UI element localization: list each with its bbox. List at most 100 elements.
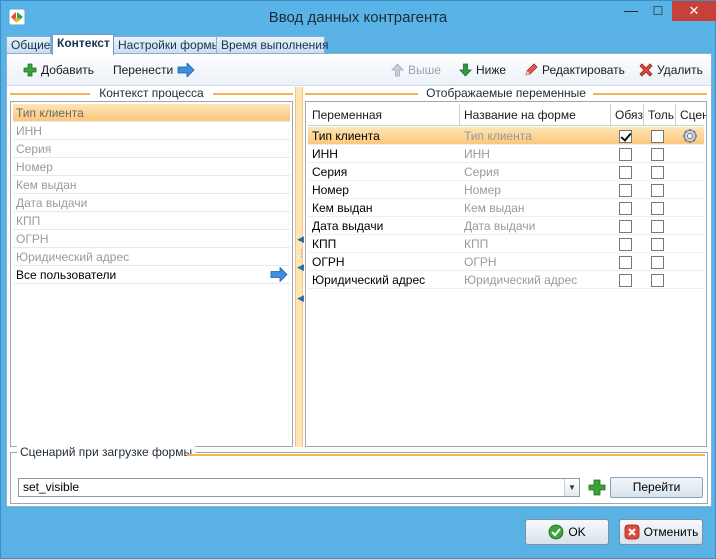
cell-form-name[interactable]: КПП (460, 235, 611, 253)
grid-row[interactable]: Кем выдан Кем выдан (308, 199, 704, 217)
displayed-variables-panel: Отображаемые переменные Переменная Назва… (305, 87, 707, 447)
variables-grid[interactable]: Переменная Название на форме Обяз Толь С… (305, 101, 707, 447)
context-item[interactable]: Номер (13, 158, 290, 176)
readonly-checkbox[interactable] (651, 148, 664, 161)
required-checkbox[interactable] (619, 202, 632, 215)
delete-x-icon (639, 63, 653, 77)
move-down-label: Ниже (476, 63, 507, 77)
move-down-button[interactable]: Ниже (459, 61, 506, 79)
cell-variable: Тип клиента (312, 129, 380, 143)
scenario-select-value: set_visible (23, 480, 80, 494)
context-item[interactable]: ИНН (13, 122, 290, 140)
readonly-checkbox[interactable] (651, 274, 664, 287)
collapse-arrow-icon[interactable]: ◀ (297, 294, 304, 303)
readonly-checkbox[interactable] (651, 220, 664, 233)
context-item[interactable]: Серия (13, 140, 290, 158)
required-checkbox[interactable] (619, 130, 632, 143)
title-bar[interactable]: Ввод данных контрагента — ☐ ✕ (1, 1, 716, 33)
delete-button-label: Удалить (657, 63, 703, 77)
delete-button[interactable]: Удалить (639, 61, 703, 79)
cell-form-name[interactable]: ИНН (460, 145, 611, 163)
cell-variable: Кем выдан (312, 201, 373, 215)
move-up-button[interactable]: Выше (391, 61, 441, 79)
cell-form-name[interactable]: Юридический адрес (460, 271, 611, 289)
move-button[interactable]: Перенести (113, 61, 199, 79)
column-header-scenario[interactable]: Сцен (676, 104, 706, 126)
cell-form-name[interactable]: Дата выдачи (460, 217, 611, 235)
chevron-down-icon[interactable]: ▼ (564, 479, 579, 496)
grid-row[interactable]: Номер Номер (308, 181, 704, 199)
grid-row[interactable]: Серия Серия (308, 163, 704, 181)
minimize-button[interactable]: — (618, 1, 644, 21)
edit-button[interactable]: Редактировать (524, 61, 625, 79)
close-button[interactable]: ✕ (672, 1, 716, 21)
add-scenario-button[interactable] (586, 477, 608, 498)
grid-row[interactable]: КПП КПП (308, 235, 704, 253)
cell-variable: ИНН (312, 147, 338, 161)
readonly-checkbox[interactable] (651, 166, 664, 179)
grid-row[interactable]: Дата выдачи Дата выдачи (308, 217, 704, 235)
ok-button[interactable]: OK (525, 519, 609, 545)
tab-runtime[interactable]: Время выполнения (216, 36, 328, 54)
column-header-form-name[interactable]: Название на форме (460, 104, 611, 126)
column-header-readonly[interactable]: Толь (644, 104, 676, 126)
readonly-checkbox[interactable] (651, 130, 664, 143)
add-button-label: Добавить (41, 63, 95, 77)
collapse-right-icon[interactable]: ◀ (297, 263, 304, 272)
add-button[interactable]: Добавить (23, 61, 94, 79)
arrow-down-icon (459, 63, 472, 77)
grid-row[interactable]: Тип клиента Тип клиента (308, 127, 704, 145)
goto-button[interactable]: Перейти (610, 477, 703, 498)
context-item[interactable]: Тип клиента (13, 104, 290, 122)
column-header-variable[interactable]: Переменная (308, 104, 460, 126)
cell-form-name[interactable]: Номер (460, 181, 611, 199)
plus-icon (23, 63, 37, 77)
tab-context[interactable]: Контекст (52, 34, 114, 55)
context-item[interactable]: ОГРН (13, 230, 290, 248)
grid-row[interactable]: Юридический адрес Юридический адрес (308, 271, 704, 289)
cancel-button[interactable]: Отменить (619, 519, 703, 545)
required-checkbox[interactable] (619, 274, 632, 287)
context-item[interactable]: Юридический адрес (13, 248, 290, 266)
required-checkbox[interactable] (619, 220, 632, 233)
cell-variable: Дата выдачи (312, 219, 384, 233)
arrow-up-icon (391, 63, 404, 77)
window-title: Ввод данных контрагента (268, 9, 448, 26)
required-checkbox[interactable] (619, 238, 632, 251)
readonly-checkbox[interactable] (651, 184, 664, 197)
cell-form-name[interactable]: Тип клиента (460, 127, 611, 145)
cell-variable: ОГРН (312, 255, 345, 269)
process-context-panel: Контекст процесса Тип клиента ИНН Серия … (10, 87, 293, 447)
cell-form-name[interactable]: Серия (460, 163, 611, 181)
scenario-select[interactable]: set_visible ▼ (18, 478, 580, 497)
form-load-scenario-group: Сценарий при загрузке формы set_visible … (10, 445, 708, 504)
process-context-list[interactable]: Тип клиента ИНН Серия Номер Кем выдан Да… (10, 101, 293, 447)
required-checkbox[interactable] (619, 166, 632, 179)
move-up-label: Выше (408, 63, 441, 77)
required-checkbox[interactable] (619, 184, 632, 197)
tab-form-settings[interactable]: Настройки формы (113, 36, 220, 54)
context-item[interactable]: Дата выдачи (13, 194, 290, 212)
move-button-label: Перенести (113, 63, 174, 77)
readonly-checkbox[interactable] (651, 202, 664, 215)
readonly-checkbox[interactable] (651, 238, 664, 251)
panel-splitter[interactable]: ◀ ⋮ ◀ ◀ (295, 87, 306, 447)
grid-row[interactable]: ОГРН ОГРН (308, 253, 704, 271)
required-checkbox[interactable] (619, 256, 632, 269)
grid-row[interactable]: ИНН ИНН (308, 145, 704, 163)
context-item-active[interactable]: Все пользователи (13, 266, 290, 284)
transfer-arrow-icon[interactable] (270, 266, 288, 287)
tab-general[interactable]: Общие (6, 36, 51, 54)
column-header-required[interactable]: Обяз (611, 104, 644, 126)
group-divider (593, 93, 707, 95)
cell-variable: Номер (312, 183, 349, 197)
required-checkbox[interactable] (619, 148, 632, 161)
collapse-left-icon[interactable]: ◀ (297, 235, 304, 244)
readonly-checkbox[interactable] (651, 256, 664, 269)
context-item[interactable]: Кем выдан (13, 176, 290, 194)
cell-form-name[interactable]: ОГРН (460, 253, 611, 271)
cell-form-name[interactable]: Кем выдан (460, 199, 611, 217)
context-item[interactable]: КПП (13, 212, 290, 230)
cell-variable: Юридический адрес (312, 273, 426, 287)
maximize-button[interactable]: ☐ (645, 1, 671, 21)
